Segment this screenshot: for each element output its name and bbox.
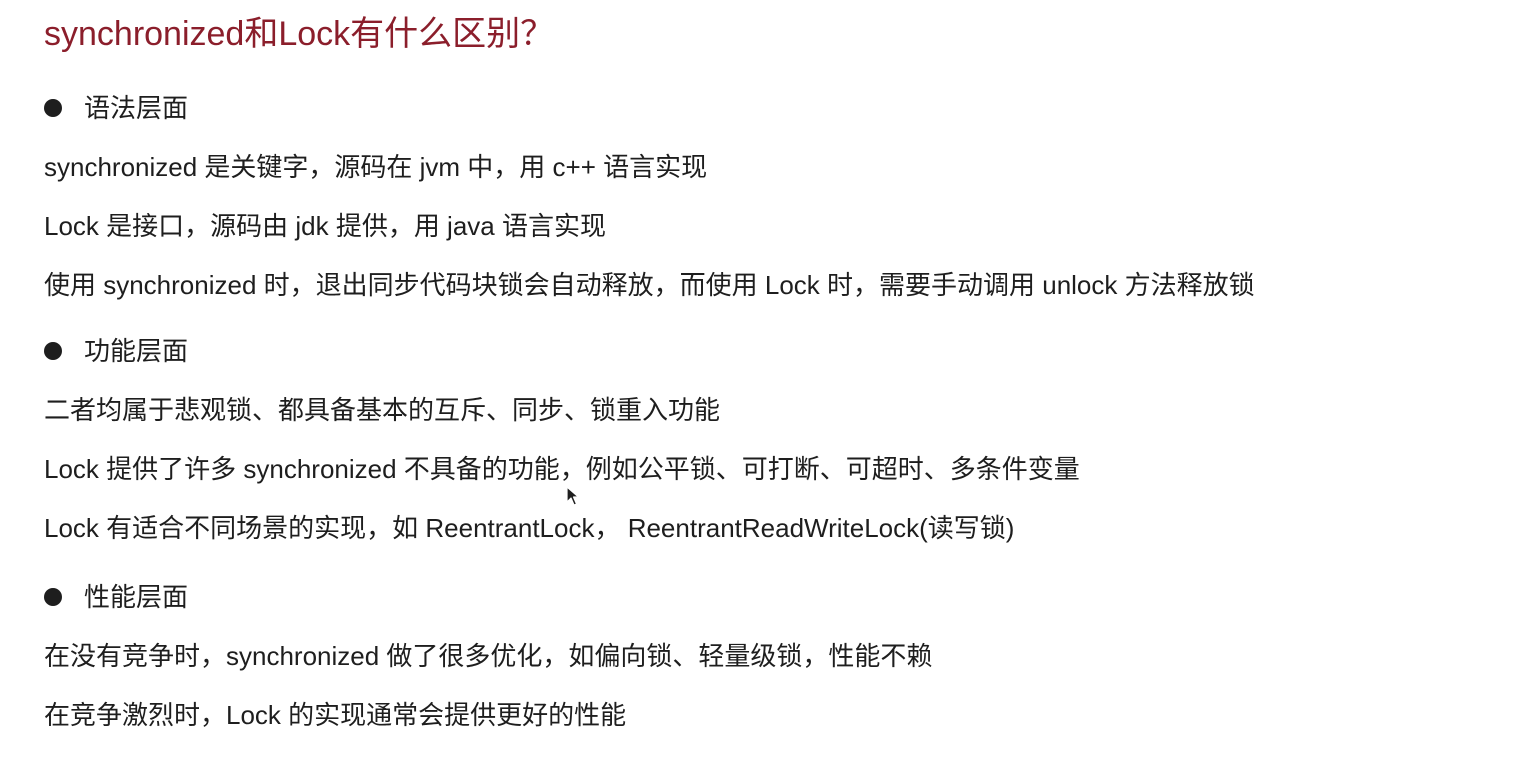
text-line: Lock 是接口，源码由 jdk 提供，用 java 语言实现: [44, 211, 606, 241]
page-title: synchronized和Lock有什么区别？: [44, 15, 555, 53]
text-line: 使用 synchronized 时，退出同步代码块锁会自动释放，而使用 Lock…: [44, 270, 1255, 300]
slide: synchronized和Lock有什么区别？ 语法层面 synchronize…: [0, 0, 1538, 761]
bullet-dot-icon: [44, 588, 62, 606]
text-line: 在没有竞争时，synchronized 做了很多优化，如偏向锁、轻量级锁，性能不…: [44, 641, 933, 671]
bullet-dot-icon: [44, 342, 62, 360]
text-line: synchronized 是关键字，源码在 jvm 中，用 c++ 语言实现: [44, 152, 708, 182]
mouse-pointer-icon: [566, 486, 580, 506]
section-heading-text: 性能层面: [84, 582, 189, 612]
section-heading-syntax: 语法层面: [44, 90, 188, 126]
text-line: 在竞争激烈时，Lock 的实现通常会提供更好的性能: [44, 700, 627, 730]
text-line: Lock 有适合不同场景的实现，如 ReentrantLock， Reentra…: [44, 513, 1015, 543]
text-line: 二者均属于悲观锁、都具备基本的互斥、同步、锁重入功能: [44, 395, 721, 425]
section-heading-text: 语法层面: [84, 93, 189, 123]
section-heading-performance: 性能层面: [44, 579, 188, 615]
section-heading-text: 功能层面: [84, 336, 189, 366]
bullet-dot-icon: [44, 99, 62, 117]
text-line: Lock 提供了许多 synchronized 不具备的功能，例如公平锁、可打断…: [44, 454, 1080, 484]
section-heading-function: 功能层面: [44, 333, 188, 369]
